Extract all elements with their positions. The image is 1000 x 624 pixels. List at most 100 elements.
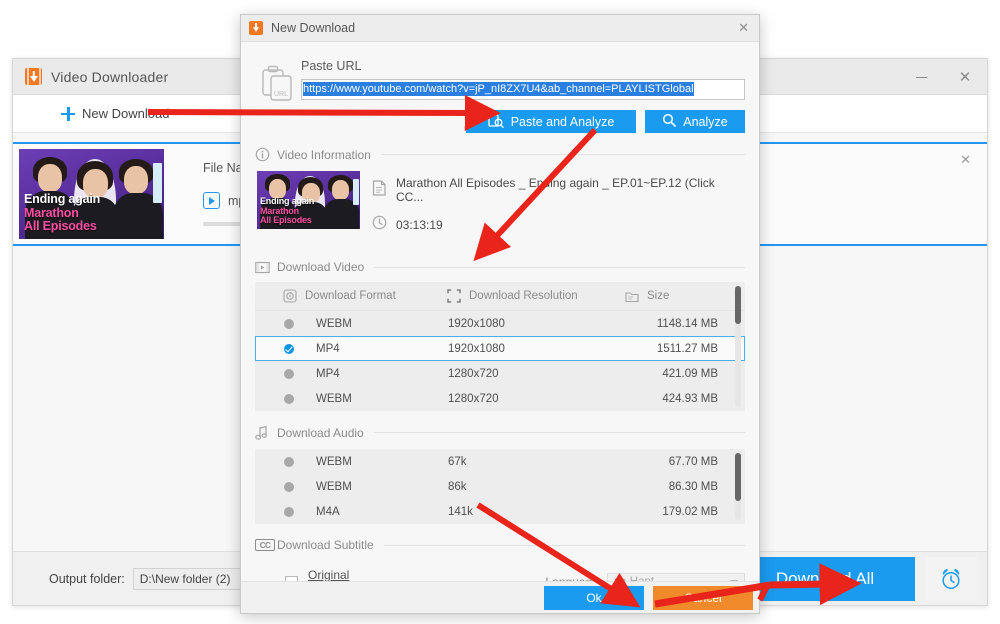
column-label: Size	[647, 290, 670, 302]
radio-selected-icon[interactable]	[284, 343, 294, 354]
table-row[interactable]: WEBM 86k 86.30 MB	[255, 474, 745, 499]
audio-format-table: WEBM 67k 67.70 MB WEBM 86k 86.30 MB M4A 141k 179…	[255, 449, 745, 524]
analyze-button[interactable]: Analyze	[645, 110, 745, 133]
dialog-titlebar: New Download ✕	[241, 15, 759, 42]
paste-url-section: URL Paste URL https://www.youtube.com/wa…	[255, 42, 745, 133]
column-label: Download Resolution	[469, 290, 578, 302]
radio-icon[interactable]	[284, 481, 294, 492]
cell-f: WEBM	[316, 392, 352, 405]
cell-s: 421.09 MB	[662, 367, 718, 380]
music-note-icon	[255, 425, 277, 440]
thumbnail-line-3: All Episodes	[24, 218, 97, 233]
video-meta: Marathon All Episodes _ Ending again _ E…	[372, 171, 745, 246]
size-folder-icon	[625, 290, 639, 303]
radio-icon[interactable]	[284, 368, 294, 379]
svg-text:URL: URL	[274, 91, 288, 98]
channel-badge	[153, 163, 162, 203]
original-subtitles-label[interactable]: Original Subtitles	[308, 568, 397, 581]
thumbnail-caption: Ending again Marathon All Episodes	[260, 197, 314, 226]
dialog-title: New Download	[271, 21, 356, 35]
language-select[interactable]: zh-Hant	[606, 572, 745, 582]
subtitle-options-row: Original Subtitles Language zh-Hant	[255, 568, 745, 581]
video-title-row: Marathon All Episodes _ Ending again _ E…	[372, 176, 745, 204]
divider	[383, 544, 745, 546]
video-title: Marathon All Episodes _ Ending again _ E…	[396, 176, 715, 204]
cell-r: 86k	[448, 480, 467, 493]
cell-s: 1511.27 MB	[656, 342, 718, 355]
column-download-format: Download Format	[255, 289, 447, 303]
column-download-resolution: Download Resolution	[447, 289, 625, 303]
plus-icon	[61, 106, 75, 121]
radio-icon[interactable]	[284, 318, 294, 329]
scrollbar-thumb[interactable]	[735, 453, 741, 501]
paste-search-icon	[488, 113, 504, 131]
cell-s: 67.70 MB	[668, 455, 718, 468]
close-icon[interactable]: ✕	[943, 59, 987, 95]
video-file-icon	[203, 192, 220, 209]
table-row[interactable]: M4A 141k 179.02 MB	[255, 499, 745, 524]
cell-f: WEBM	[316, 455, 352, 468]
new-download-button[interactable]: New Download	[61, 106, 169, 121]
table-row[interactable]: MP4 1920x1080 1511.27 MB	[255, 336, 745, 361]
divider	[380, 154, 745, 155]
table-row[interactable]: MP4 1280x720 421.09 MB	[255, 361, 745, 386]
format-icon	[283, 289, 297, 303]
audio-table-scrollbar[interactable]	[735, 453, 741, 520]
cell-f: MP4	[316, 367, 340, 380]
video-duration-row: 03:13:19	[372, 215, 745, 235]
url-input-value: https://www.youtube.com/watch?v=jP_nI8ZX…	[303, 82, 694, 96]
cell-r: 1920x1080	[448, 317, 505, 330]
download-logo-icon	[249, 21, 263, 35]
info-icon	[255, 147, 277, 162]
cancel-button[interactable]: Cancel	[653, 585, 753, 610]
download-subtitle-header: CC Download Subtitle	[255, 538, 745, 552]
divider	[373, 432, 745, 433]
video-duration: 03:13:19	[396, 218, 443, 232]
column-size: Size	[625, 290, 717, 303]
table-row[interactable]: WEBM 67k 67.70 MB	[255, 449, 745, 474]
cell-f: WEBM	[316, 480, 352, 493]
language-value: zh-Hant	[614, 574, 654, 582]
video-thumbnail: Ending again Marathon All Episodes	[19, 149, 164, 239]
download-logo-icon	[25, 68, 42, 85]
radio-icon[interactable]	[284, 456, 294, 467]
download-subtitle-title: Download Subtitle	[277, 538, 374, 552]
table-row[interactable]: WEBM 1280x720 424.93 MB	[255, 386, 745, 411]
video-information-body: Ending again Marathon All Episodes Marat…	[255, 171, 745, 246]
ok-button[interactable]: Ok	[544, 585, 644, 610]
table-row[interactable]: WEBM 1920x1080 1148.14 MB	[255, 311, 745, 336]
close-icon[interactable]: ✕	[738, 20, 749, 36]
download-all-button[interactable]: Download All	[735, 557, 915, 601]
cell-s: 1148.14 MB	[656, 317, 718, 330]
thumbnail-caption: Ending again Marathon All Episodes	[24, 192, 101, 233]
paste-url-label: Paste URL	[301, 59, 362, 73]
cell-f: M4A	[316, 505, 340, 518]
thumbnail-line-1: Ending again	[24, 192, 101, 207]
close-icon[interactable]: ✕	[960, 152, 971, 168]
alarm-clock-icon[interactable]	[925, 557, 977, 601]
video-thumbnail: Ending again Marathon All Episodes	[257, 171, 360, 229]
document-icon	[372, 179, 387, 201]
cell-r: 1920x1080	[448, 342, 505, 355]
paste-and-analyze-button[interactable]: Paste and Analyze	[466, 110, 636, 133]
thumbnail-line-3: All Episodes	[260, 215, 312, 226]
video-table-scrollbar[interactable]	[735, 286, 741, 407]
cell-f: MP4	[316, 342, 340, 355]
download-audio-header: Download Audio	[255, 425, 745, 440]
url-input[interactable]: https://www.youtube.com/watch?v=jP_nI8ZX…	[301, 79, 745, 100]
scrollbar-thumb[interactable]	[735, 286, 741, 324]
cell-s: 86.30 MB	[668, 480, 718, 493]
cell-s: 424.93 MB	[662, 392, 718, 405]
cell-r: 1280x720	[448, 392, 499, 405]
url-action-buttons: Paste and Analyze Analyze	[301, 110, 745, 133]
paste-and-analyze-label: Paste and Analyze	[510, 114, 615, 129]
radio-icon[interactable]	[284, 393, 294, 404]
screen: Video Downloader ✕ New Download ✕ Ending…	[0, 0, 1000, 624]
cc-icon: CC	[255, 539, 277, 551]
clock-icon	[372, 215, 387, 235]
radio-icon[interactable]	[284, 506, 294, 517]
download-video-header: Download Video	[255, 260, 745, 274]
minimize-icon[interactable]	[899, 59, 943, 95]
search-icon	[662, 113, 677, 130]
new-download-label: New Download	[82, 106, 170, 121]
